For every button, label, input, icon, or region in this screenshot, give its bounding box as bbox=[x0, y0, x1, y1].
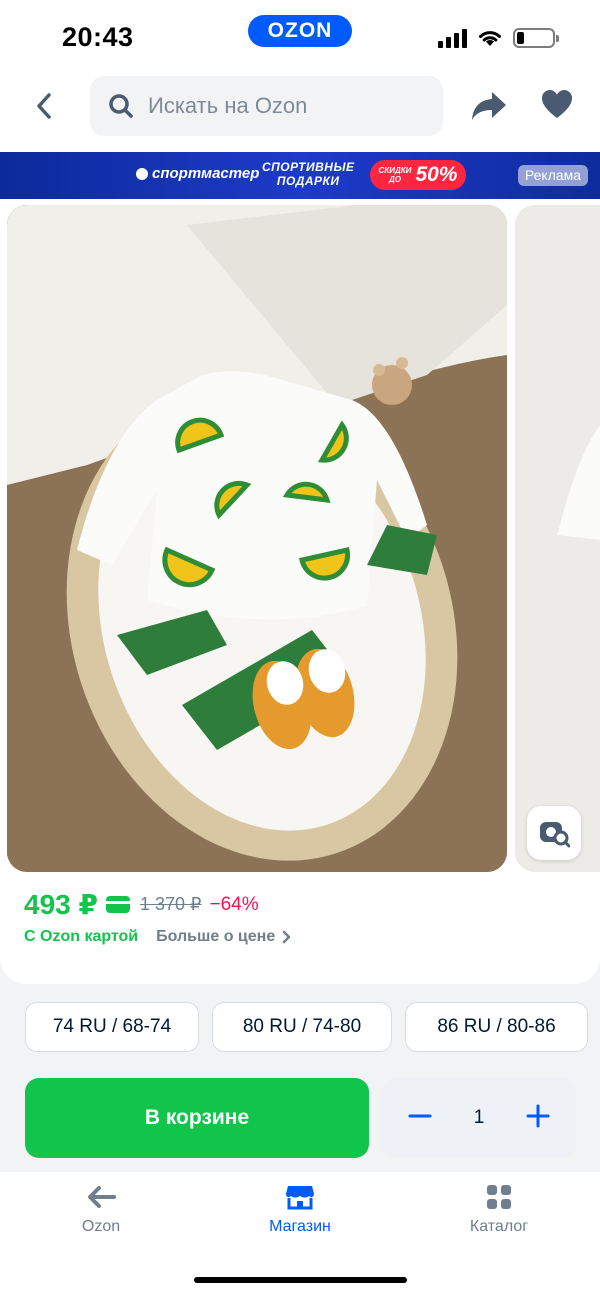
image-search-button[interactable] bbox=[527, 806, 581, 860]
plus-icon bbox=[526, 1104, 550, 1127]
share-icon bbox=[472, 92, 506, 120]
back-arrow-icon bbox=[37, 93, 51, 119]
favorite-button[interactable] bbox=[540, 88, 576, 124]
product-photo[interactable] bbox=[7, 205, 507, 872]
arrow-left-icon bbox=[88, 1186, 116, 1208]
ozon-logo: OZON bbox=[248, 15, 352, 47]
increase-button[interactable] bbox=[526, 1104, 550, 1133]
home-indicator[interactable] bbox=[194, 1277, 407, 1283]
tab-store[interactable]: Магазин bbox=[240, 1184, 360, 1236]
size-option-74[interactable]: 74 RU / 68-74 bbox=[25, 1002, 199, 1052]
card-info-row: С Ozon картой Больше о цене bbox=[24, 928, 291, 946]
size-option-86[interactable]: 86 RU / 80-86 bbox=[405, 1002, 588, 1052]
next-product-image bbox=[515, 205, 600, 872]
search-placeholder: Искать на Ozon bbox=[148, 93, 308, 118]
size-option-80[interactable]: 80 RU / 74-80 bbox=[212, 1002, 392, 1052]
back-button[interactable] bbox=[26, 88, 62, 124]
banner-sale-badge: СКИДКИ ДО 50% bbox=[370, 160, 466, 190]
tab-store-label: Магазин bbox=[269, 1218, 331, 1235]
banner-text: СПОРТИВНЫЕ ПОДАРКИ bbox=[262, 160, 354, 188]
ad-banner[interactable]: спортмастер СПОРТИВНЫЕ ПОДАРКИ СКИДКИ ДО… bbox=[0, 152, 600, 199]
minus-icon bbox=[408, 1114, 432, 1117]
top-bar: 20:43 OZON Искать на Ozon bbox=[0, 0, 600, 152]
status-time: 20:43 bbox=[62, 22, 134, 52]
price-row: 493 ₽ 1 370 ₽ −64% bbox=[24, 888, 259, 921]
share-button[interactable] bbox=[470, 88, 508, 124]
product-image bbox=[7, 205, 507, 872]
banner-brand-name: спортмастер bbox=[152, 165, 260, 182]
product-card: 493 ₽ 1 370 ₽ −64% С Ozon картой Больше … bbox=[0, 199, 600, 984]
chevron-right-icon bbox=[282, 930, 291, 944]
banner-sale-value: 50% bbox=[415, 163, 458, 186]
banner-sale-caption: СКИДКИ ДО bbox=[379, 166, 412, 184]
search-icon bbox=[109, 94, 133, 118]
ozon-card-label: С Ozon картой bbox=[24, 928, 139, 945]
ozon-card-icon bbox=[105, 896, 130, 913]
status-icons bbox=[438, 28, 559, 48]
banner-sale-caption-line2: ДО bbox=[388, 175, 401, 184]
grid-icon bbox=[487, 1185, 511, 1209]
decrease-button[interactable] bbox=[408, 1104, 432, 1133]
banner-text-line2: ПОДАРКИ bbox=[276, 174, 340, 188]
more-about-price-link[interactable]: Больше о цене bbox=[156, 928, 291, 946]
cellular-signal-icon bbox=[438, 28, 467, 48]
battery-icon bbox=[513, 28, 559, 48]
ad-label[interactable]: Реклама bbox=[518, 165, 588, 186]
next-product-photo[interactable] bbox=[515, 205, 600, 872]
wifi-icon bbox=[479, 31, 501, 46]
heart-icon bbox=[542, 90, 572, 118]
image-search-icon bbox=[540, 822, 570, 848]
sportmaster-logo-icon bbox=[136, 167, 148, 180]
tab-catalog-label: Каталог bbox=[469, 1218, 529, 1235]
quantity-stepper: 1 bbox=[382, 1078, 576, 1158]
discount-badge: −64% bbox=[209, 893, 259, 915]
banner-sale-caption-line1: СКИДКИ bbox=[378, 166, 412, 175]
search-input[interactable]: Искать на Ozon bbox=[90, 76, 443, 136]
quantity-value: 1 bbox=[473, 1107, 485, 1128]
tab-catalog[interactable]: Каталог bbox=[439, 1184, 559, 1236]
ozon-card-price: 493 ₽ bbox=[24, 889, 98, 920]
tab-ozon[interactable]: Ozon bbox=[41, 1184, 161, 1236]
banner-brand: спортмастер bbox=[136, 165, 259, 182]
tab-ozon-label: Ozon bbox=[81, 1218, 121, 1235]
banner-text-line1: СПОРТИВНЫЕ bbox=[262, 160, 355, 174]
old-price: 1 370 ₽ bbox=[139, 894, 202, 914]
store-icon bbox=[286, 1186, 314, 1210]
more-about-price-label: Больше о цене bbox=[156, 928, 276, 945]
in-cart-button[interactable]: В корзине bbox=[25, 1078, 369, 1158]
